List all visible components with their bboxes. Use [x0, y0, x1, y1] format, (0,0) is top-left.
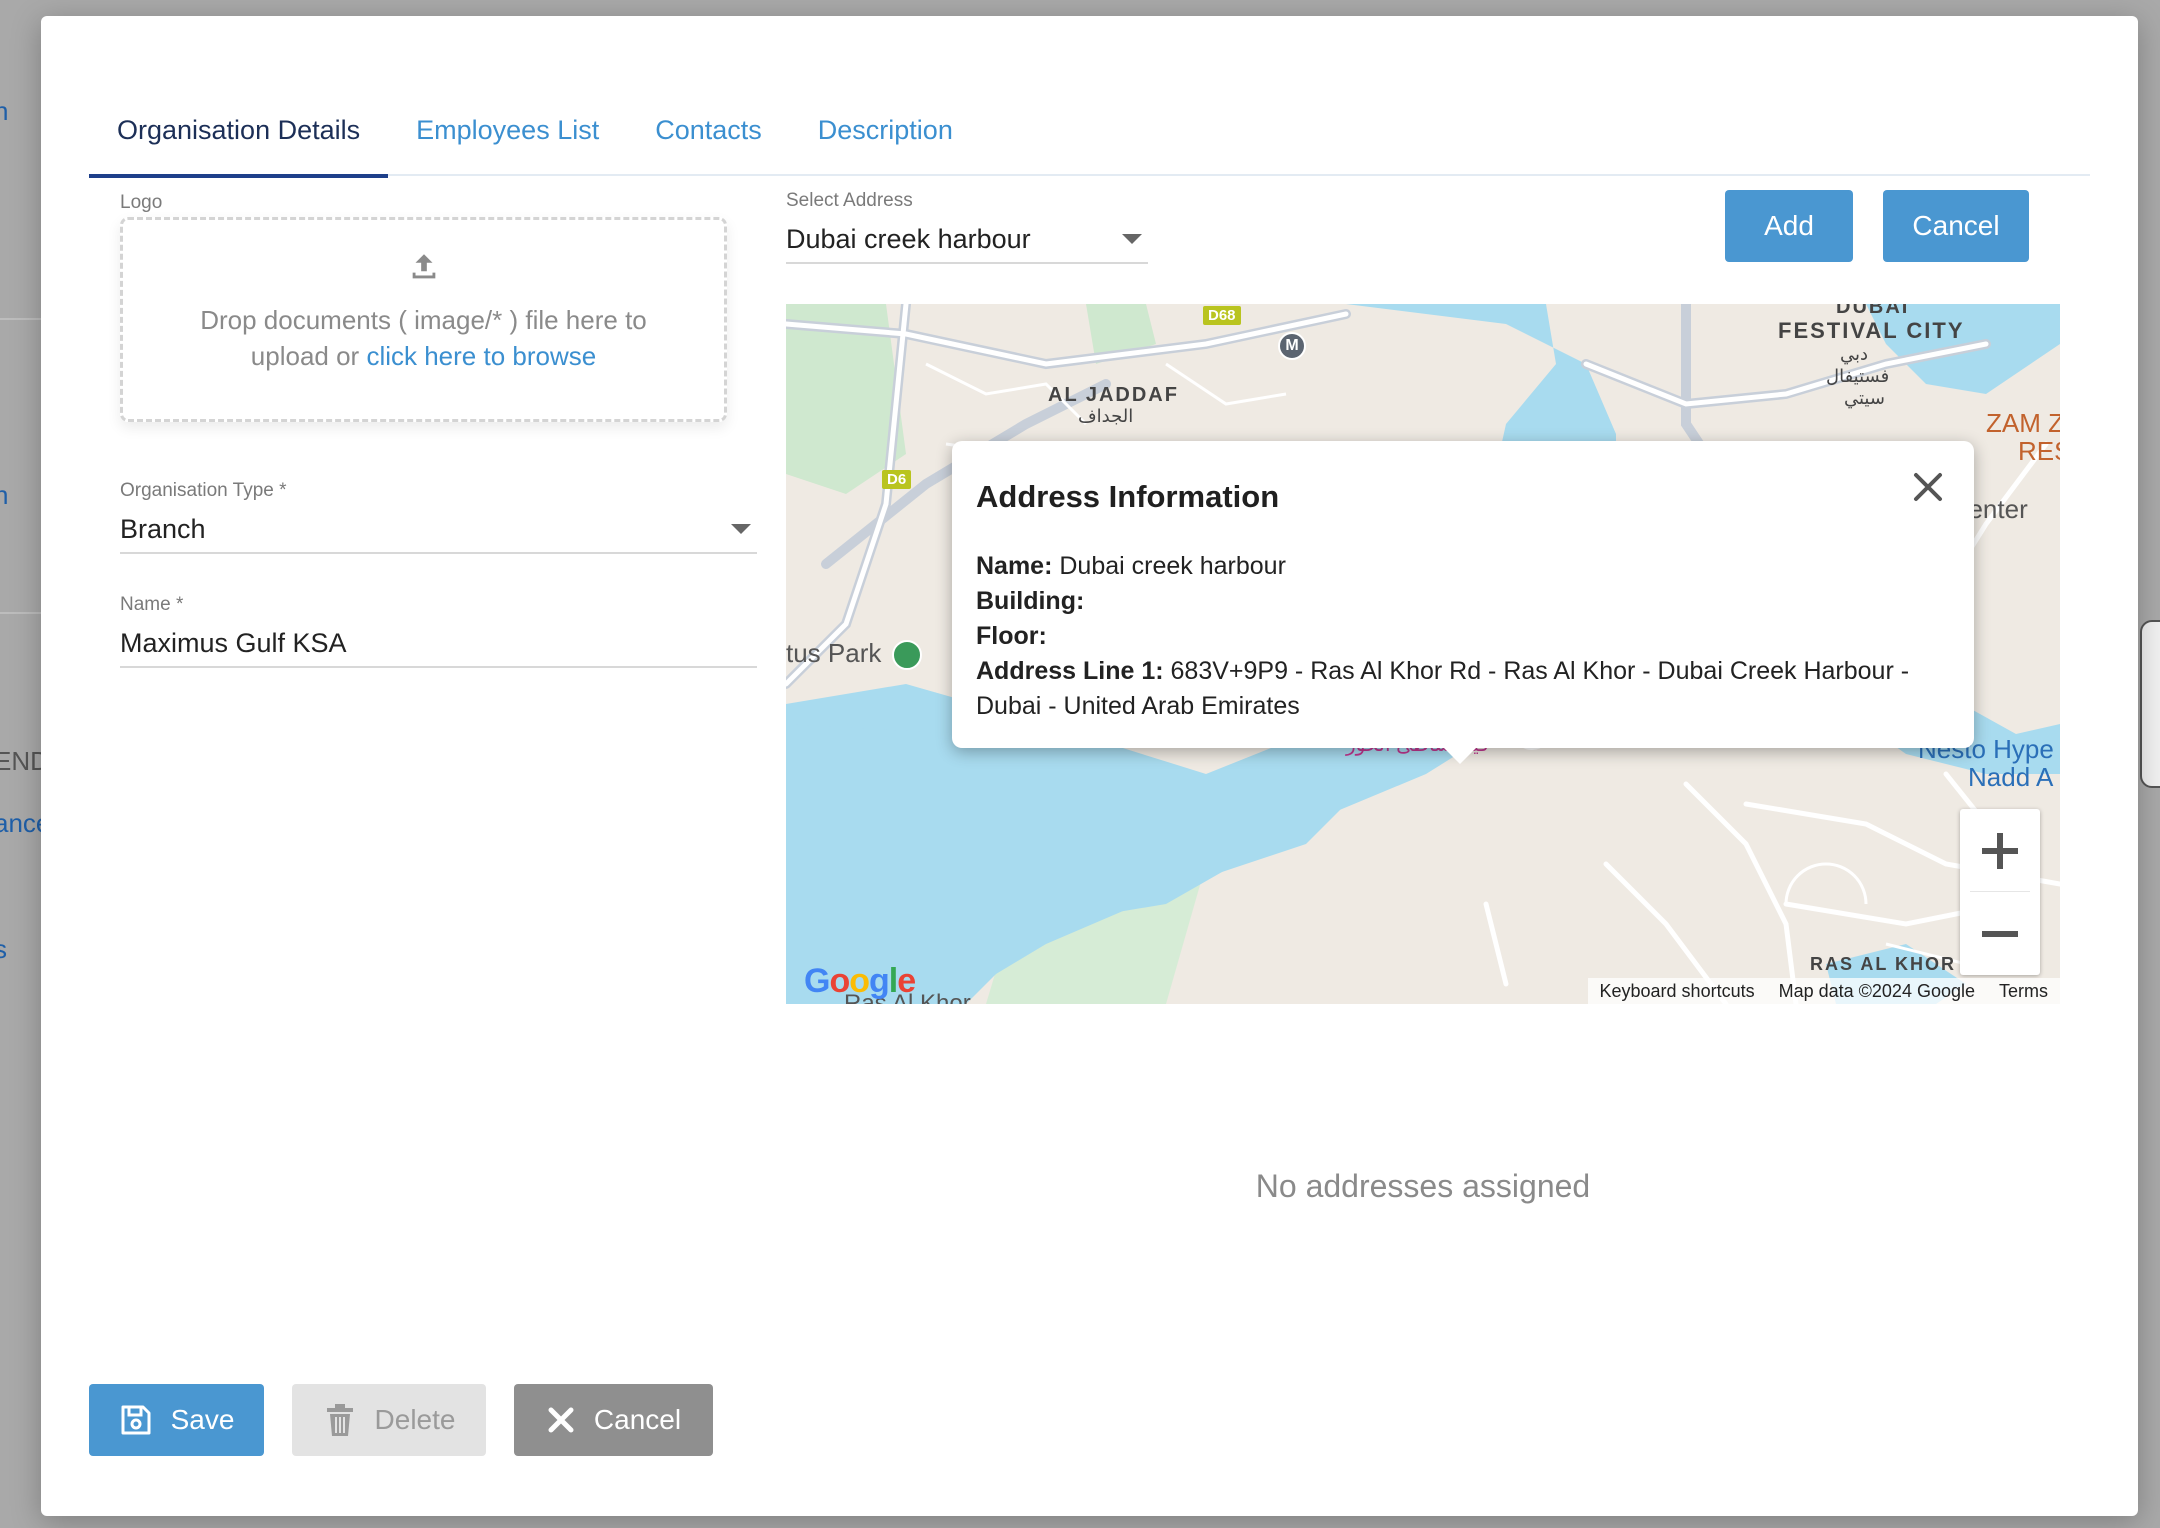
select-address-label: Select Address	[786, 190, 913, 211]
logo-label: Logo	[120, 192, 163, 213]
info-name-label: Name:	[976, 552, 1053, 580]
info-window-tail	[1442, 746, 1478, 764]
map-label-zam: ZAM Z	[1986, 408, 2060, 438]
road-badge: D6	[882, 470, 912, 489]
info-address-label: Address Line 1:	[976, 657, 1164, 685]
cancel-address-button[interactable]: Cancel	[1883, 190, 2029, 262]
chevron-down-icon	[731, 524, 751, 534]
bg-fragment: n	[0, 96, 9, 126]
google-logo: Google	[804, 962, 916, 1000]
map-data-text: Map data ©2024 Google	[1778, 980, 1975, 1001]
info-building-label: Building:	[976, 587, 1085, 615]
zoom-control	[1960, 809, 2040, 975]
organisation-modal: Organisation Details Employees List Cont…	[41, 16, 2138, 1516]
select-address-value: Dubai creek harbour	[786, 223, 1031, 254]
name-label: Name *	[120, 594, 184, 615]
logo-dropzone[interactable]: Drop documents ( image/* ) file here to …	[120, 217, 727, 422]
organisation-type-label: Organisation Type *	[120, 480, 287, 501]
terms-link[interactable]: Terms	[1999, 981, 2048, 1002]
chevron-down-icon	[1122, 234, 1142, 244]
floppy-disk-icon	[121, 1405, 151, 1435]
map-label-dubai: DUBAI	[1836, 304, 1910, 318]
trash-icon	[326, 1404, 353, 1436]
save-label: Save	[170, 1404, 235, 1435]
upload-icon	[412, 254, 435, 279]
map-label-arabic: سيتي	[1844, 388, 1885, 408]
metro-icon: M	[1278, 332, 1306, 360]
info-floor-row: Floor:	[976, 619, 1950, 654]
bg-divider	[0, 318, 41, 320]
no-addresses-message: No addresses assigned	[1255, 1168, 1591, 1204]
map-label-ras-al-khor: RAS AL KHOR	[1810, 954, 1957, 974]
bg-divider	[0, 612, 41, 614]
zoom-in-button[interactable]	[1960, 809, 2040, 892]
info-name-value: Dubai creek harbour	[1059, 552, 1286, 580]
bg-fragment: s	[0, 934, 7, 964]
map-label-al-jaddaf: AL JADDAF	[1048, 384, 1179, 406]
map-label-park: tus Park	[786, 638, 882, 668]
select-address-dropdown[interactable]: Dubai creek harbour	[786, 216, 1148, 264]
bg-card	[2140, 620, 2160, 788]
delete-button[interactable]: Delete	[292, 1384, 486, 1456]
map-label-festival-city: FESTIVAL CITY	[1778, 318, 1965, 343]
minus-icon	[1982, 930, 2018, 937]
road-badge: D68	[1203, 306, 1241, 325]
map-label-arabic: الجداف	[1078, 406, 1134, 426]
info-building-row: Building:	[976, 584, 1950, 619]
zoom-divider	[1970, 891, 2030, 892]
tab-employees-list[interactable]: Employees List	[388, 84, 627, 176]
name-input[interactable]: Maximus Gulf KSA	[120, 620, 757, 668]
delete-label: Delete	[374, 1404, 456, 1435]
tab-contacts[interactable]: Contacts	[627, 84, 790, 176]
tab-organisation-details[interactable]: Organisation Details	[89, 84, 389, 178]
cancel-button[interactable]: Cancel	[514, 1384, 713, 1456]
bg-fragment: n	[0, 480, 9, 510]
zoom-out-button[interactable]	[1960, 892, 2040, 975]
info-window-title: Address Information	[976, 479, 1280, 514]
dropzone-text: Drop documents ( image/* ) file here to …	[164, 302, 684, 374]
plus-icon	[1982, 832, 2018, 869]
map-label-arabic: دبي	[1840, 344, 1869, 364]
cancel-label: Cancel	[593, 1404, 682, 1435]
info-address-row: Address Line 1: 683V+9P9 - Ras Al Khor R…	[976, 654, 1950, 724]
map-label-arabic: فستيفال	[1826, 366, 1890, 386]
keyboard-shortcuts-link[interactable]: Keyboard shortcuts	[1600, 981, 1755, 1002]
close-icon	[548, 1407, 574, 1433]
park-pin-icon	[892, 640, 922, 670]
tab-bar: Organisation Details Employees List Cont…	[89, 84, 2090, 178]
info-name-row: Name: Dubai creek harbour	[976, 549, 1950, 584]
map-label-nadd: Nadd A	[1968, 762, 2054, 792]
map-attribution: Keyboard shortcuts Map data ©2024 Google…	[1587, 978, 2060, 1004]
add-address-button[interactable]: Add	[1725, 190, 1853, 262]
map-label-res: RES	[2018, 436, 2060, 466]
close-icon[interactable]	[1910, 469, 1946, 505]
tab-description[interactable]: Description	[790, 84, 981, 176]
organisation-type-value: Branch	[120, 513, 206, 544]
info-floor-label: Floor:	[976, 622, 1047, 650]
address-info-window: Address Information Name: Dubai creek ha…	[952, 441, 1974, 764]
save-button[interactable]: Save	[89, 1384, 264, 1456]
organisation-type-select[interactable]: Branch	[120, 506, 757, 554]
browse-link[interactable]: click here to browse	[366, 341, 596, 371]
